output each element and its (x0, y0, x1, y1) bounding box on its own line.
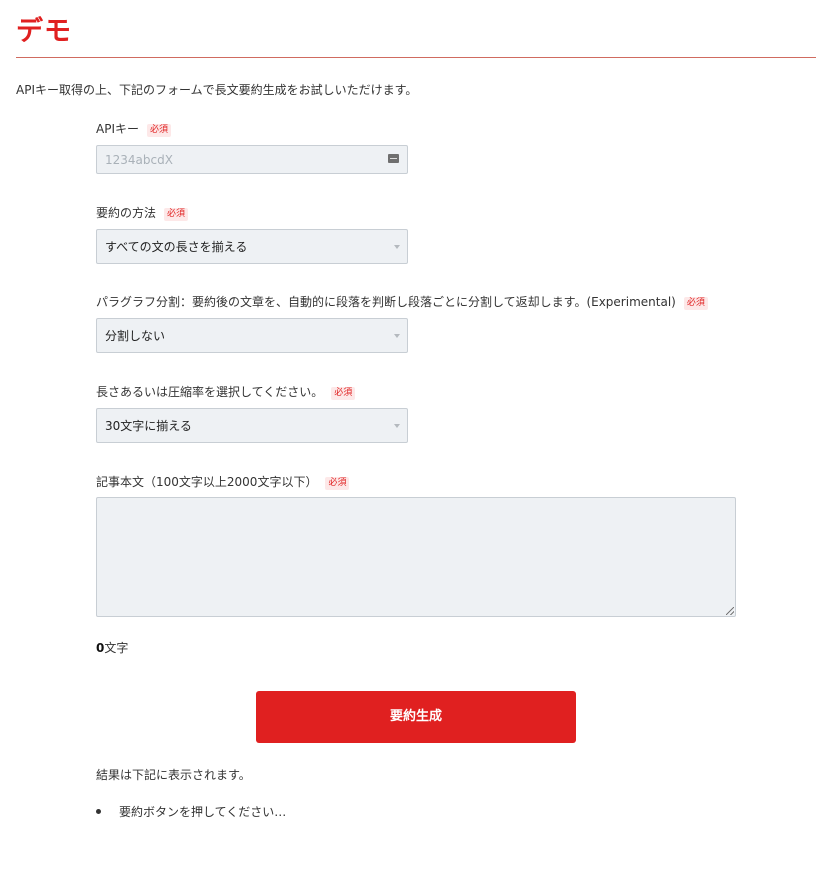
demo-page: デモ APIキー取得の上、下記のフォームで長文要約生成をお試しいただけます。 A… (0, 0, 839, 877)
result-note: 結果は下記に表示されます。 (96, 768, 251, 782)
character-counter: 0文字 (96, 640, 128, 656)
required-badge: 必須 (325, 477, 350, 490)
length-select[interactable]: 30文字に揃える (96, 408, 408, 443)
chevron-down-icon (394, 334, 400, 338)
method-select-value: すべての文の長さを揃える (105, 240, 248, 254)
result-item-text: 要約ボタンを押してください… (119, 805, 287, 819)
article-label: 記事本文（100文字以上2000文字以下） 必須 (96, 474, 350, 490)
paragraph-label-text: パラグラフ分割：要約後の文章を、自動的に段落を判断し段落ごとに分割して返却します… (96, 295, 676, 309)
page-title: デモ (16, 16, 72, 47)
required-badge: 必須 (147, 124, 172, 137)
intro-text: APIキー取得の上、下記のフォームで長文要約生成をお試しいただけます。 (16, 83, 418, 97)
bullet-icon (96, 809, 101, 814)
api-key-label-text: APIキー (96, 122, 139, 136)
chevron-down-icon (394, 245, 400, 249)
length-label: 長さあるいは圧縮率を選択してください。 必須 (96, 384, 356, 400)
list-item: 要約ボタンを押してください… (96, 804, 286, 820)
method-select[interactable]: すべての文の長さを揃える (96, 229, 408, 264)
length-label-text: 長さあるいは圧縮率を選択してください。 (96, 385, 324, 399)
title-divider (16, 57, 816, 58)
paragraph-label: パラグラフ分割：要約後の文章を、自動的に段落を判断し段落ごとに分割して返却します… (96, 294, 708, 310)
method-label: 要約の方法 必須 (96, 205, 189, 221)
article-label-text: 記事本文（100文字以上2000文字以下） (96, 475, 318, 489)
key-card-icon[interactable] (388, 154, 399, 163)
paragraph-select[interactable]: 分割しない (96, 318, 408, 353)
api-key-placeholder: 1234abcdX (105, 153, 173, 167)
chevron-down-icon (394, 424, 400, 428)
character-unit: 文字 (104, 641, 129, 655)
api-key-label: APIキー 必須 (96, 121, 172, 137)
required-badge: 必須 (331, 387, 356, 400)
article-textarea[interactable] (96, 497, 736, 617)
paragraph-select-value: 分割しない (105, 329, 166, 343)
required-badge: 必須 (683, 297, 708, 310)
required-badge: 必須 (164, 208, 189, 221)
summarize-button[interactable]: 要約生成 (256, 691, 576, 743)
method-label-text: 要約の方法 (96, 206, 157, 220)
resize-handle-icon[interactable] (726, 607, 734, 615)
length-select-value: 30文字に揃える (105, 419, 192, 433)
api-key-input[interactable]: 1234abcdX (96, 145, 408, 174)
